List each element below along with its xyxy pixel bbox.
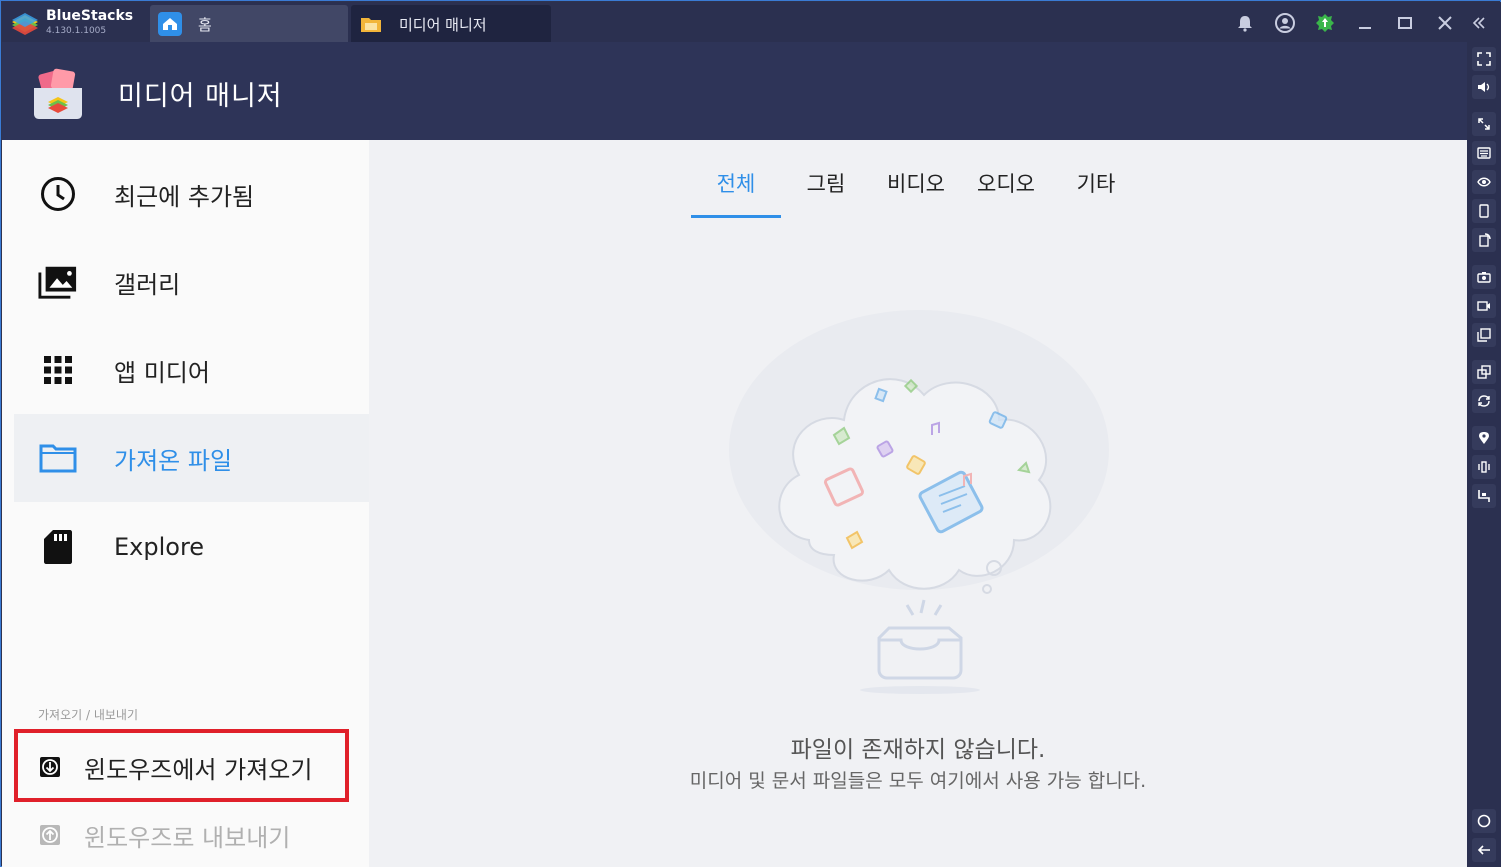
volume-icon[interactable] [1472,75,1496,99]
brand-name: BlueStacks [46,8,134,24]
empty-state-subtitle: 미디어 및 문서 파일들은 모두 여기에서 사용 가능 합니다. [689,770,1147,792]
export-label: 윈도우즈로 내보내기 [84,824,291,852]
import-label: 윈도우즈에서 가져오기 [84,756,313,784]
empty-state-title: 파일이 존재하지 않습니다. [790,737,1046,763]
bell-icon[interactable] [1225,10,1265,36]
tab-other[interactable]: 기타 [1051,168,1141,218]
tab-home-label: 홈 [198,16,212,34]
media-manager-logo-icon [34,68,82,119]
account-icon[interactable] [1265,10,1305,36]
tab-video[interactable]: 비디오 [871,168,961,218]
sidebar-item-app-media[interactable]: 앱 미디어 [14,326,369,414]
minimize-icon[interactable] [1345,10,1385,36]
grid-icon [38,350,78,390]
maximize-icon[interactable] [1385,10,1425,36]
resize-icon[interactable] [1472,112,1496,136]
close-icon[interactable] [1425,10,1465,36]
media-gallery-icon[interactable] [1472,323,1496,347]
fullscreen-icon[interactable] [1472,47,1496,71]
sidebar-item-label: 최근에 추가됨 [114,182,255,211]
sidebar-item-recent[interactable]: 최근에 추가됨 [14,150,369,238]
window-controls [1225,10,1493,36]
home-icon [158,12,182,36]
title-bar: BlueStacks 4.130.1.1005 홈 미디어 매니저 [2,2,1501,43]
sidebar-item-label: 앱 미디어 [114,358,210,387]
import-icon [40,757,60,777]
camera-icon[interactable] [1472,265,1496,289]
tab-all[interactable]: 전체 [691,168,781,218]
import-export-section-label: 가져오기 / 내보내기 [38,708,138,722]
clock-icon [38,174,78,214]
bluestacks-logo-icon [12,13,38,35]
bluestacks-window: BlueStacks 4.130.1.1005 홈 미디어 매니저 미디어 매니… [0,0,1501,867]
sidebar-item-explore[interactable]: Explore [14,503,369,591]
sidebar-item-label: 가져온 파일 [114,446,233,475]
app-header: 미디어 매니저 [2,42,1467,140]
back-arrow-icon[interactable] [1472,838,1496,862]
gallery-icon [38,262,78,302]
sidebar-item-label: 갤러리 [114,270,181,299]
multi-instance-icon[interactable] [1472,360,1496,384]
sidebar: 최근에 추가됨 갤러리 앱 미디어 가져온 파일 Explore 가져오기 / … [2,140,369,867]
keyboard-icon[interactable] [1472,141,1496,165]
import-from-windows-button[interactable]: 윈도우즈에서 가져오기 [14,729,349,802]
brand: BlueStacks 4.130.1.1005 [8,6,148,40]
rotate-icon[interactable] [1472,228,1496,252]
main-content: 전체 그림 비디오 오디오 기타 파일이 존재하지 않습니다. 미디어 및 문서… [369,140,1467,867]
update-icon[interactable] [1305,10,1345,36]
eye-icon[interactable] [1472,170,1496,194]
sidebar-item-label: Explore [114,533,205,561]
location-icon[interactable] [1472,426,1496,450]
shake-icon[interactable] [1472,455,1496,479]
home-button-icon[interactable] [1472,809,1496,833]
sidebar-item-imported-files[interactable]: 가져온 파일 [14,414,369,502]
export-to-windows-button[interactable]: 윈도우즈로 내보내기 [14,812,349,860]
sd-card-icon [38,527,78,567]
tab-images[interactable]: 그림 [781,168,871,218]
right-toolbar [1467,42,1501,867]
phone-icon[interactable] [1472,199,1496,223]
tab-media-manager[interactable]: 미디어 매니저 [351,5,551,43]
brand-version: 4.130.1.1005 [46,26,107,36]
tab-home[interactable]: 홈 [150,5,348,43]
folder-icon [359,12,383,36]
video-record-icon[interactable] [1472,294,1496,318]
macro-icon[interactable] [1472,484,1496,508]
tab-audio[interactable]: 오디오 [961,168,1051,218]
export-icon [40,825,60,845]
tab-media-label: 미디어 매니저 [399,16,487,34]
empty-state-illustration [729,310,1109,694]
page-title: 미디어 매니저 [118,81,283,112]
sync-icon[interactable] [1472,389,1496,413]
collapse-icon[interactable] [1465,10,1493,36]
sidebar-item-gallery[interactable]: 갤러리 [14,238,369,326]
folder-icon [38,438,78,478]
